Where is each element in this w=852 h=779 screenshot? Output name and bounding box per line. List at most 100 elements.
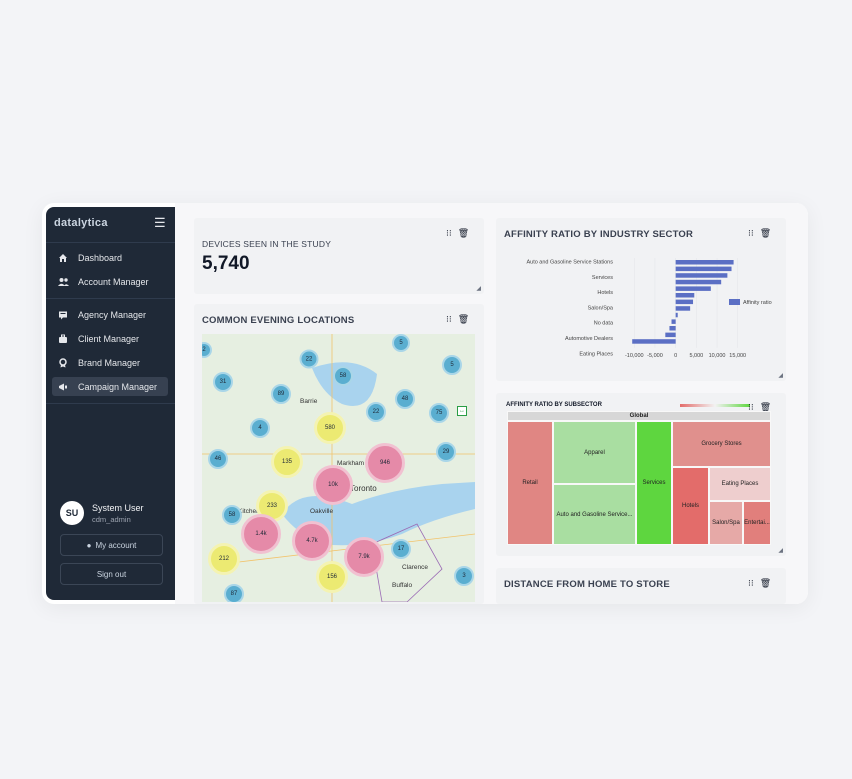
- map-cluster-marker[interactable]: 5: [442, 355, 462, 375]
- sign-out-button[interactable]: Sign out: [60, 563, 163, 585]
- chart-bar: [675, 266, 732, 272]
- map-cluster-marker[interactable]: 31: [213, 372, 233, 392]
- devices-count: 5,740: [202, 253, 250, 274]
- nav-label: Client Manager: [78, 333, 140, 344]
- nav-item-brand-manager[interactable]: Brand Manager: [52, 353, 168, 372]
- chart-bar: [632, 339, 676, 344]
- users-icon: [56, 277, 70, 287]
- map-cluster-marker[interactable]: 5: [392, 334, 410, 352]
- my-account-label: My account: [95, 540, 137, 550]
- settings-sliders-icon[interactable]: ⁝⁝: [446, 314, 452, 325]
- map-cluster-marker[interactable]: 7.9k: [344, 537, 384, 577]
- nav-label: Account Manager: [78, 276, 149, 287]
- map-cluster-marker[interactable]: 156: [316, 561, 348, 593]
- resize-handle[interactable]: ◢: [778, 547, 783, 554]
- megaphone-icon: [56, 382, 70, 392]
- chart-bar: [669, 326, 676, 331]
- map-cluster-marker[interactable]: 22: [299, 349, 319, 369]
- briefcase-icon: [56, 334, 70, 344]
- map-cluster-marker[interactable]: 135: [271, 446, 303, 478]
- settings-sliders-icon[interactable]: ⁝⁝: [748, 228, 754, 239]
- trash-icon[interactable]: 🗑: [458, 228, 469, 239]
- chart-bar: [675, 260, 734, 265]
- map-cluster-marker[interactable]: 4.7k: [292, 521, 332, 561]
- chart-category-label: No data: [594, 321, 614, 327]
- map-cluster-marker[interactable]: 58: [333, 366, 353, 386]
- nav-item-campaign-manager[interactable]: Campaign Manager: [52, 377, 168, 396]
- map-cluster-marker[interactable]: 46: [208, 449, 228, 469]
- trash-icon[interactable]: 🗑: [760, 578, 771, 589]
- distance-card: DISTANCE FROM HOME TO STORE ⁝⁝ 🗑: [496, 568, 786, 604]
- chart-x-tick: 5,000: [689, 353, 703, 359]
- map-place-label: Oakville: [310, 508, 334, 515]
- chart-bar: [675, 306, 691, 311]
- fullscreen-icon[interactable]: ↔: [457, 406, 467, 416]
- menu-toggle-icon[interactable]: ☰: [154, 215, 166, 231]
- resize-handle[interactable]: ◢: [778, 372, 783, 379]
- settings-sliders-icon[interactable]: ⁝⁝: [748, 578, 754, 589]
- settings-sliders-icon[interactable]: ⁝⁝: [446, 228, 452, 239]
- map[interactable]: Barrie Markham Toronto Oakville Kitchene…: [202, 334, 475, 602]
- map-cluster-marker[interactable]: 87: [224, 584, 244, 602]
- treemap-cell[interactable]: Services: [636, 421, 672, 545]
- chart-bar: [675, 312, 678, 318]
- chart-category-label: Auto and Gasoline Service Stations: [526, 260, 613, 266]
- resize-handle[interactable]: ◢: [476, 285, 481, 292]
- brand-logo: datalytica: [54, 217, 108, 229]
- card-title: DISTANCE FROM HOME TO STORE: [504, 579, 670, 590]
- map-cluster-marker[interactable]: 29: [436, 442, 456, 462]
- sidebar-divider: [46, 298, 175, 299]
- map-cluster-marker[interactable]: 10k: [313, 465, 353, 505]
- treemap-cell[interactable]: Apparel: [553, 421, 636, 484]
- treemap-cell[interactable]: Grocery Stores: [672, 421, 771, 467]
- chart-bar: [675, 293, 695, 298]
- account-icon: ●: [86, 540, 92, 550]
- color-scale-legend: [680, 404, 750, 407]
- treemap-cell[interactable]: Eating Places: [709, 467, 771, 501]
- treemap-cell[interactable]: Salon/Spa: [709, 501, 743, 545]
- map-cluster-marker[interactable]: 3: [454, 566, 474, 586]
- treemap-cell[interactable]: Hotels: [672, 467, 709, 545]
- nav-label: Campaign Manager: [78, 381, 158, 392]
- map-cluster-marker[interactable]: 946: [365, 443, 405, 483]
- treemap-cell[interactable]: Entertai...: [743, 501, 771, 545]
- affinity-chart: Auto and Gasoline Service Stations Servic…: [526, 258, 772, 359]
- nav-label: Brand Manager: [78, 357, 141, 368]
- nav-item-client-manager[interactable]: Client Manager: [52, 329, 168, 348]
- map-cluster-marker[interactable]: 75: [429, 403, 449, 423]
- card-title: AFFINITY RATIO BY INDUSTRY SECTOR: [504, 229, 694, 240]
- trash-icon[interactable]: 🗑: [458, 314, 469, 325]
- map-cluster-marker[interactable]: 22: [366, 402, 386, 422]
- legend-swatch: [729, 299, 740, 305]
- chart-category-label: Automotive Dealers: [565, 336, 613, 342]
- chart-bar: [671, 319, 676, 324]
- chart-x-tick: 10,000: [709, 353, 726, 359]
- chart-category-label: Salon/Spa: [588, 305, 614, 311]
- nav-item-account-manager[interactable]: Account Manager: [52, 272, 168, 291]
- sidebar: datalytica ☰ Dashboard Account Manager A…: [46, 207, 175, 600]
- map-cluster-marker[interactable]: 4: [250, 418, 270, 438]
- map-cluster-marker[interactable]: 580: [314, 412, 346, 444]
- map-cluster-marker[interactable]: 17: [391, 539, 411, 559]
- my-account-button[interactable]: ● My account: [60, 534, 163, 556]
- chart-bar: [665, 332, 676, 338]
- nav-item-agency-manager[interactable]: Agency Manager: [52, 305, 168, 324]
- legend-label: Affinity ratio: [743, 300, 772, 306]
- treemap-cell[interactable]: Auto and Gasoline Service...: [553, 484, 636, 545]
- chart-bar: [675, 273, 728, 278]
- map-cluster-marker[interactable]: 58: [222, 505, 242, 525]
- map-cluster-marker[interactable]: 89: [271, 384, 291, 404]
- main-content: ⁝⁝ 🗑 DEVICES SEEN IN THE STUDY 5,740 ◢ C…: [175, 203, 808, 604]
- trash-icon[interactable]: 🗑: [760, 228, 771, 239]
- nav-item-dashboard[interactable]: Dashboard: [52, 248, 168, 267]
- chart-category-label: Services: [592, 275, 613, 281]
- map-cluster-marker[interactable]: 212: [208, 543, 240, 575]
- card-actions: ⁝⁝ 🗑: [748, 228, 771, 239]
- subsector-treemap[interactable]: Global Retail Apparel Auto and Gasoline Ser…: [507, 411, 771, 545]
- card-actions: ⁝⁝ 🗑: [446, 228, 469, 239]
- treemap-cell[interactable]: Retail: [507, 421, 553, 545]
- user-name: System User: [92, 502, 144, 513]
- badge-icon: [56, 357, 70, 368]
- map-cluster-marker[interactable]: 1.4k: [241, 514, 281, 554]
- map-cluster-marker[interactable]: 48: [395, 389, 415, 409]
